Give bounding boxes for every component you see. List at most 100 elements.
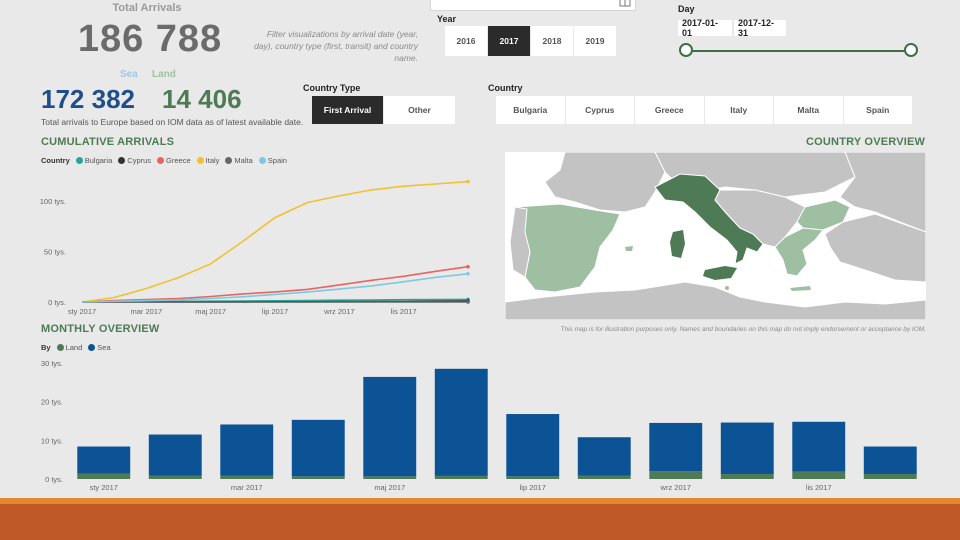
x-tick-label: mar 2017 bbox=[130, 307, 162, 316]
monthly-legend-title: By bbox=[41, 343, 51, 352]
year-slicer-title: Year bbox=[437, 14, 457, 24]
bar-sea[interactable] bbox=[506, 414, 560, 477]
map-country-malta[interactable] bbox=[725, 286, 729, 290]
bar-land[interactable] bbox=[649, 471, 703, 479]
country-type-button-first-arrival[interactable]: First Arrival bbox=[312, 96, 384, 124]
legend-label: Spain bbox=[267, 156, 287, 165]
y-tick-label: 30 tys. bbox=[41, 359, 63, 368]
x-tick-label: lis 2017 bbox=[806, 483, 832, 492]
total-arrivals-value: 186 788 bbox=[77, 18, 223, 60]
legend-label: Sea bbox=[97, 343, 111, 352]
series-end-point-italy[interactable] bbox=[466, 179, 470, 184]
country-slicer-title: Country bbox=[488, 83, 523, 93]
x-tick-label: sty 2017 bbox=[68, 307, 96, 316]
x-tick-label: wrz 2017 bbox=[660, 483, 691, 492]
bar-sea[interactable] bbox=[792, 421, 846, 472]
country-button-cyprus[interactable]: Cyprus bbox=[565, 96, 635, 124]
legend-dot bbox=[258, 157, 266, 164]
monthly-legend-sea[interactable]: Sea bbox=[88, 343, 111, 352]
country-button-italy[interactable]: Italy bbox=[704, 96, 774, 124]
date-range-slider[interactable] bbox=[686, 50, 912, 52]
day-end-input[interactable]: 2017-12-31 bbox=[734, 18, 786, 38]
cumulative-arrivals-title: CUMULATIVE ARRIVALS bbox=[41, 136, 175, 148]
legend-dot bbox=[157, 157, 165, 164]
expand-icon[interactable] bbox=[619, 0, 631, 8]
bar-sea[interactable] bbox=[863, 446, 917, 474]
bar-land[interactable] bbox=[77, 473, 131, 479]
bar-land[interactable] bbox=[434, 475, 488, 479]
legend-label: Italy bbox=[205, 156, 220, 165]
total-arrivals-title: Total Arrivals bbox=[112, 2, 182, 14]
bar-land[interactable] bbox=[291, 476, 345, 479]
bar-land[interactable] bbox=[363, 476, 417, 479]
monthly-overview-chart: 0 tys. 10 tys. 20 tys. 30 tys. sty 2017 mar 2… bbox=[41, 359, 917, 492]
series-end-point-greece[interactable] bbox=[466, 264, 470, 269]
cumulative-legend-italy[interactable]: Italy bbox=[196, 156, 220, 165]
x-tick-label: lis 2017 bbox=[391, 307, 417, 316]
series-line-spain[interactable] bbox=[81, 273, 469, 303]
bar-sea[interactable] bbox=[220, 424, 274, 476]
y-tick-label: 50 tys. bbox=[44, 248, 66, 257]
cumulative-legend-malta[interactable]: Malta bbox=[225, 156, 253, 165]
x-tick-label: lip 2017 bbox=[262, 307, 288, 316]
bar-sea[interactable] bbox=[363, 376, 417, 477]
country-type-button-other[interactable]: Other bbox=[384, 96, 456, 124]
bar-sea[interactable] bbox=[649, 422, 703, 472]
country-type-title: Country Type bbox=[303, 83, 361, 93]
bar-land[interactable] bbox=[577, 475, 631, 479]
country-overview-map[interactable] bbox=[505, 152, 926, 320]
country-button-spain[interactable]: Spain bbox=[843, 96, 913, 124]
x-tick-label: lip 2017 bbox=[520, 483, 546, 492]
series-end-point-malta[interactable] bbox=[466, 300, 470, 304]
bar-land[interactable] bbox=[720, 473, 774, 479]
cumulative-legend-bulgaria[interactable]: Bulgaria bbox=[75, 156, 113, 165]
cumulative-legend: Country Bulgaria Cyprus Greece Italy Malta Sp… bbox=[41, 156, 287, 165]
bar-sea[interactable] bbox=[720, 422, 774, 474]
footer-bar bbox=[0, 504, 960, 540]
sea-label: Sea bbox=[120, 69, 138, 80]
cumulative-legend-greece[interactable]: Greece bbox=[157, 156, 191, 165]
series-line-italy[interactable] bbox=[81, 180, 469, 303]
series-end-point-spain[interactable] bbox=[466, 271, 470, 276]
total-arrivals-note: Total arrivals to Europe based on IOM da… bbox=[41, 117, 304, 127]
series-line-greece[interactable] bbox=[81, 265, 469, 303]
legend-dot bbox=[88, 344, 96, 351]
bar-sea[interactable] bbox=[577, 437, 631, 476]
legend-dot bbox=[56, 344, 64, 351]
bar-land[interactable] bbox=[148, 475, 202, 479]
bar-sea[interactable] bbox=[291, 419, 345, 477]
year-button-2017[interactable]: 2017 bbox=[488, 26, 531, 56]
bar-sea[interactable] bbox=[148, 434, 202, 476]
bar-sea[interactable] bbox=[77, 446, 131, 474]
top-search-input[interactable] bbox=[430, 0, 636, 11]
bar-land[interactable] bbox=[792, 471, 846, 479]
year-button-2016[interactable]: 2016 bbox=[445, 26, 488, 56]
day-start-input[interactable]: 2017-01-01 bbox=[678, 18, 732, 38]
cumulative-legend-cyprus[interactable]: Cyprus bbox=[118, 156, 151, 165]
cumulative-legend-spain[interactable]: Spain bbox=[258, 156, 287, 165]
slider-start-handle[interactable] bbox=[679, 43, 693, 57]
cumulative-arrivals-chart: 0 tys. 50 tys. 100 tys. sty 2017 mar 2017 maj… bbox=[40, 179, 470, 316]
legend-label: Bulgaria bbox=[84, 156, 113, 165]
year-slicer: 2016 2017 2018 2019 bbox=[445, 26, 617, 56]
monthly-legend-land[interactable]: Land bbox=[56, 343, 83, 352]
monthly-overview-title: MONTHLY OVERVIEW bbox=[41, 323, 160, 335]
legend-label: Greece bbox=[166, 156, 191, 165]
bar-land[interactable] bbox=[863, 473, 917, 479]
country-slicer: Bulgaria Cyprus Greece Italy Malta Spain bbox=[496, 96, 913, 124]
country-button-greece[interactable]: Greece bbox=[635, 96, 705, 124]
legend-label: Land bbox=[65, 343, 83, 352]
year-button-2018[interactable]: 2018 bbox=[531, 26, 574, 56]
country-button-malta[interactable]: Malta bbox=[774, 96, 844, 124]
slider-end-handle[interactable] bbox=[904, 43, 918, 57]
bar-sea[interactable] bbox=[434, 368, 488, 476]
x-tick-label: maj 2017 bbox=[374, 483, 405, 492]
bar-land[interactable] bbox=[220, 475, 274, 479]
monthly-legend: By Land Sea bbox=[41, 343, 111, 352]
year-button-2019[interactable]: 2019 bbox=[574, 26, 617, 56]
day-slicer-title: Day bbox=[678, 4, 695, 14]
legend-label: Cyprus bbox=[127, 156, 152, 165]
land-arrivals-value: 14 406 bbox=[162, 84, 242, 114]
bar-land[interactable] bbox=[506, 476, 560, 479]
country-button-bulgaria[interactable]: Bulgaria bbox=[496, 96, 566, 124]
